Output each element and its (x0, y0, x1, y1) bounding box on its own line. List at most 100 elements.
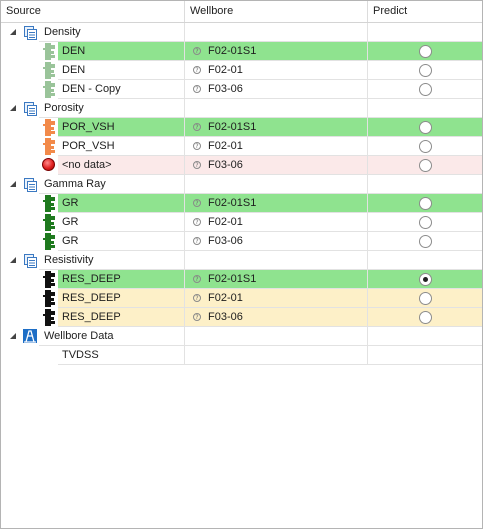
predict-cell (368, 80, 482, 99)
wellbore-cell[interactable]: ? F03-06 (185, 80, 368, 99)
column-header-source[interactable]: Source (1, 1, 185, 22)
table-row[interactable]: DEN? F02-01 (1, 61, 482, 80)
table-header: Source Wellbore Predict (1, 1, 482, 23)
wellbore-cell[interactable]: ? F02-01S1 (185, 270, 368, 289)
table-row[interactable]: TVDSS (1, 346, 482, 365)
tree-group-row[interactable]: Resistivity (1, 251, 482, 270)
predict-radio[interactable] (419, 311, 432, 324)
source-name: RES_DEEP (62, 311, 121, 323)
group-source-cell: Wellbore Data (39, 327, 185, 346)
source-name: POR_VSH (62, 140, 115, 152)
group-source-cell: Porosity (39, 99, 185, 118)
source-name: RES_DEEP (62, 292, 121, 304)
source-cell[interactable]: POR_VSH (58, 137, 185, 156)
wellbore-cell[interactable]: ? F03-06 (185, 308, 368, 327)
tree-group-row[interactable]: Density (1, 23, 482, 42)
predict-radio[interactable] (419, 216, 432, 229)
group-predict-cell (368, 99, 482, 118)
group-source-cell: Resistivity (39, 251, 185, 270)
log-curve-icon (43, 195, 55, 212)
source-cell[interactable]: RES_DEEP (58, 270, 185, 289)
expand-collapse-icon[interactable] (10, 257, 16, 263)
log-group-icon (24, 178, 37, 192)
help-icon: ? (193, 199, 201, 207)
source-cell[interactable]: RES_DEEP (58, 289, 185, 308)
table-row[interactable]: GR ? F03-06 (1, 232, 482, 251)
wellbore-cell[interactable]: ? F03-06 (185, 156, 368, 175)
source-cell[interactable]: DEN (58, 42, 185, 61)
predict-radio[interactable] (419, 159, 432, 172)
source-cell[interactable]: TVDSS (58, 346, 185, 365)
wellbore-cell[interactable]: ? F02-01S1 (185, 42, 368, 61)
expand-collapse-icon[interactable] (10, 105, 16, 111)
predict-radio[interactable] (419, 292, 432, 305)
table-row[interactable]: RES_DEEP ? F02-01 (1, 289, 482, 308)
table-row[interactable]: <no data>? F03-06 (1, 156, 482, 175)
help-icon: ? (193, 66, 201, 74)
wellbore-cell[interactable]: ? F02-01 (185, 137, 368, 156)
expand-collapse-icon[interactable] (10, 181, 16, 187)
source-name: GR (62, 197, 79, 209)
column-header-predict[interactable]: Predict (368, 1, 482, 22)
table-row[interactable]: RES_DEEP ? F03-06 (1, 308, 482, 327)
help-icon: ? (193, 218, 201, 226)
tree-group-row[interactable]: Gamma Ray (1, 175, 482, 194)
wellbore-cell[interactable]: ? F02-01S1 (185, 194, 368, 213)
predict-radio[interactable] (419, 121, 432, 134)
wellbore-name: F02-01 (208, 216, 243, 228)
table-body: Density DEN? F02-01S1 DEN? F02-01 DEN - Copy?… (1, 23, 482, 365)
wellbore-cell[interactable]: ? F02-01 (185, 61, 368, 80)
log-curve-icon (43, 138, 55, 155)
group-predict-cell (368, 327, 482, 346)
log-curve-icon (43, 43, 55, 60)
log-group-icon (24, 102, 37, 116)
log-curve-icon (43, 290, 55, 307)
source-cell[interactable]: GR (58, 232, 185, 251)
log-curve-icon (43, 81, 55, 98)
predict-cell (368, 346, 482, 365)
predict-radio[interactable] (419, 83, 432, 96)
group-wellbore-cell (185, 99, 368, 118)
source-cell[interactable]: <no data> (58, 156, 185, 175)
table-row[interactable]: GR? F02-01 (1, 213, 482, 232)
predict-radio[interactable] (419, 140, 432, 153)
wellbore-cell[interactable]: ? F02-01 (185, 213, 368, 232)
wellbore-cell[interactable]: ? F02-01 (185, 289, 368, 308)
column-header-wellbore[interactable]: Wellbore (185, 1, 368, 22)
predict-radio[interactable] (419, 64, 432, 77)
log-curve-icon (43, 271, 55, 288)
tree-group-row[interactable]: Porosity (1, 99, 482, 118)
help-icon: ? (193, 47, 201, 55)
source-cell[interactable]: DEN (58, 61, 185, 80)
predict-cell (368, 61, 482, 80)
expand-collapse-icon[interactable] (10, 29, 16, 35)
table-row[interactable]: POR_VSH ? F02-01 (1, 137, 482, 156)
wellbore-cell[interactable]: ? F02-01S1 (185, 118, 368, 137)
table-row[interactable]: DEN? F02-01S1 (1, 42, 482, 61)
table-row[interactable]: POR_VSH? F02-01S1 (1, 118, 482, 137)
source-cell[interactable]: GR (58, 213, 185, 232)
source-name: GR (62, 216, 79, 228)
group-label: Density (44, 26, 81, 38)
table-row[interactable]: RES_DEEP? F02-01S1 (1, 270, 482, 289)
source-cell[interactable]: RES_DEEP (58, 308, 185, 327)
source-cell[interactable]: GR (58, 194, 185, 213)
predict-radio[interactable] (419, 235, 432, 248)
help-icon: ? (193, 142, 201, 150)
predict-radio[interactable] (419, 45, 432, 58)
source-cell[interactable]: POR_VSH (58, 118, 185, 137)
error-icon (42, 158, 55, 171)
wellbore-cell[interactable]: ? F03-06 (185, 232, 368, 251)
predict-radio[interactable] (419, 197, 432, 210)
group-wellbore-cell (185, 251, 368, 270)
wellbore-name: F03-06 (208, 235, 243, 247)
table-row[interactable]: DEN - Copy? F03-06 (1, 80, 482, 99)
source-cell[interactable]: DEN - Copy (58, 80, 185, 99)
wellbore-name: F03-06 (208, 159, 243, 171)
tree-group-row[interactable]: Wellbore Data (1, 327, 482, 346)
predict-radio[interactable] (419, 273, 432, 286)
source-name: GR (62, 235, 79, 247)
group-wellbore-cell (185, 327, 368, 346)
expand-collapse-icon[interactable] (10, 333, 16, 339)
table-row[interactable]: GR ? F02-01S1 (1, 194, 482, 213)
